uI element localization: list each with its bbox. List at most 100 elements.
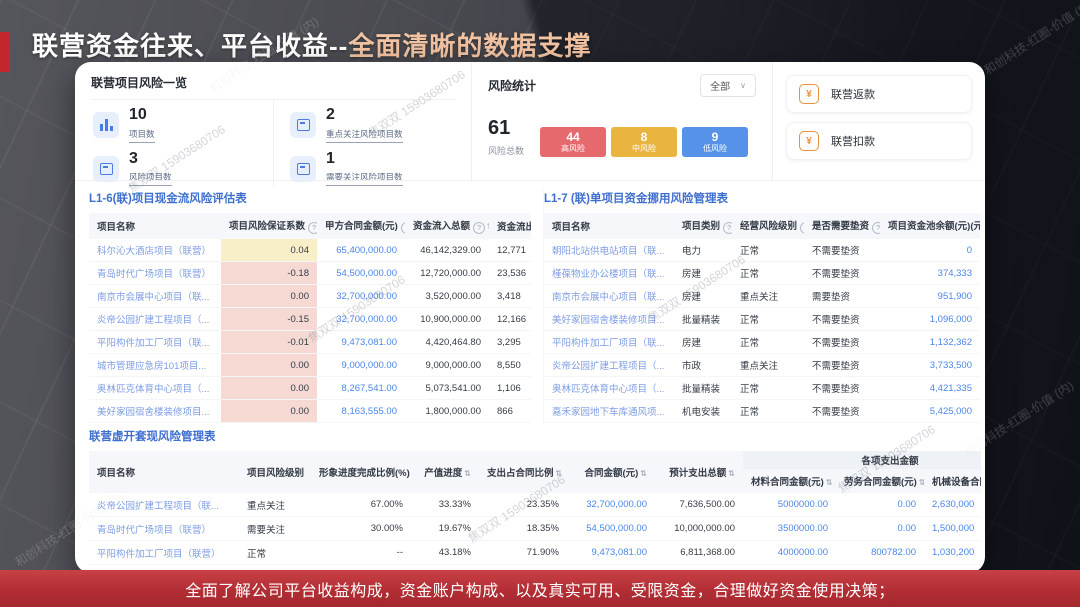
action-button[interactable]: 联营返款 xyxy=(786,75,972,113)
project-name-link[interactable]: 奥林匹克体育中心项目（... xyxy=(89,377,221,400)
project-name-link[interactable]: 炎帝公园扩建工程项目（联... xyxy=(89,493,239,517)
contract-amount-cell[interactable]: 32,700,000.00 xyxy=(317,308,405,331)
stat-item: 10 项目数 xyxy=(91,100,273,144)
material-amount-cell[interactable]: 4000000.00 xyxy=(743,541,836,565)
project-name-link[interactable]: 南京市会展中心项目（联... xyxy=(89,285,221,308)
fund-pool-balance-cell[interactable]: 374,333 xyxy=(880,262,980,285)
action-button[interactable]: 联营扣款 xyxy=(786,122,972,160)
operation-risk-level-cell: 正常 xyxy=(732,377,804,400)
col-header-output-progress[interactable]: 产值进度 xyxy=(411,451,479,493)
advance-required-cell: 不需要垫资 xyxy=(804,239,880,262)
cashflow-table-row: 青岛时代广场项目（联营） -0.18 54,500,000.00 12,720,… xyxy=(89,262,531,285)
fund-pool-balance-cell[interactable]: 4,421,335 xyxy=(880,377,980,400)
expense-ratio-cell: 18.35% xyxy=(479,517,567,541)
project-name-link[interactable]: 炎帝公园扩建工程项目（... xyxy=(544,354,674,377)
inflow-total-cell: 12,720,000.00 xyxy=(405,262,489,285)
project-name-link[interactable]: 嘉禾家园地下车库通风项... xyxy=(544,400,674,423)
stat-text: 10 项目数 xyxy=(129,107,155,143)
contract-amount-cell[interactable]: 32,700,000.00 xyxy=(567,493,655,517)
contract-amount-cell[interactable]: 65,400,000.00 xyxy=(317,239,405,262)
stat-label: 重点关注风险项目数 xyxy=(326,129,403,143)
machinery-amount-cell: 1,500,000 xyxy=(924,517,981,541)
cashout-table-block: 联营虚开套现风险管理表 项目名称 项目风险级别 形象进度完成比例(%) 产值进度… xyxy=(89,428,981,565)
advance-required-cell: 不需要垫资 xyxy=(804,377,880,400)
risk-badge: 44 高风险 xyxy=(540,127,606,157)
cashflow-table-row: 美好家园宿舍楼装修项目... 0.00 8,163,555.00 1,800,0… xyxy=(89,400,531,423)
contract-amount-cell[interactable]: 9,473,081.00 xyxy=(567,541,655,565)
stat-icon xyxy=(93,112,119,138)
project-name-link[interactable]: 平阳构件加工厂项目（联... xyxy=(89,331,221,354)
sort-icon[interactable] xyxy=(462,468,471,479)
col-header-outflow-total: 资金流出总额 xyxy=(489,213,531,239)
outflow-total-cell: 3,295 xyxy=(489,331,531,354)
contract-amount-cell[interactable]: 8,163,555.00 xyxy=(317,400,405,423)
risk-overview-stats: 10 项目数 2 重点关注风险项目数 3 风险项目数 xyxy=(91,100,455,187)
project-name-link[interactable]: 美好家园宿舍楼装修项目... xyxy=(89,400,221,423)
cashflow-table: 项目名称 项目风险保证系数 甲方合同金额(元) 资金流入总额 资金流出总额 科尔… xyxy=(89,213,531,423)
project-category-cell: 批量精装 xyxy=(674,308,732,331)
risk-badge-value: 44 xyxy=(566,130,579,144)
col-header-risk-coefficient[interactable]: 项目风险保证系数 xyxy=(221,213,317,239)
project-category-cell: 房建 xyxy=(674,262,732,285)
fund-pool-balance-cell[interactable]: 0 xyxy=(880,239,980,262)
labor-amount-cell[interactable]: 0.00 xyxy=(836,517,924,541)
filter-dropdown-value: 全部 xyxy=(710,78,730,93)
contract-amount-cell[interactable]: 54,500,000.00 xyxy=(567,517,655,541)
project-name-link[interactable]: 平阳构件加工厂项目（联营） xyxy=(89,541,239,565)
contract-amount-cell[interactable]: 9,000,000.00 xyxy=(317,354,405,377)
risk-badge: 8 中风险 xyxy=(611,127,677,157)
stat-value: 2 xyxy=(326,107,403,124)
fund-pool-balance-cell[interactable]: 3,733,500 xyxy=(880,354,980,377)
project-name-link[interactable]: 青岛时代广场项目（联营） xyxy=(89,517,239,541)
project-name-link[interactable]: 炎帝公园扩建工程项目（... xyxy=(89,308,221,331)
risk-coefficient-cell: 0.04 xyxy=(221,239,317,262)
project-name-link[interactable]: 城市管理应急房101项目... xyxy=(89,354,221,377)
contract-amount-cell[interactable]: 9,473,081.00 xyxy=(317,331,405,354)
labor-amount-cell[interactable]: 0.00 xyxy=(836,493,924,517)
misuse-header-row: 项目名称 项目类别 经营风险级别 是否需要垫资 项目资金池余额(元)(元) xyxy=(544,213,980,239)
quick-actions-panel: 联营返款 联营扣款 xyxy=(772,62,985,180)
filter-dropdown[interactable]: 全部 xyxy=(700,74,756,97)
help-icon xyxy=(308,222,317,234)
col-header-contract-amount[interactable]: 甲方合同金额(元) xyxy=(317,213,405,239)
contract-amount-cell[interactable]: 8,267,541.00 xyxy=(317,377,405,400)
cashout-table-row: 青岛时代广场项目（联营） 需要关注 30.00% 19.67% 18.35% 5… xyxy=(89,517,981,541)
fund-pool-balance-cell[interactable]: 1,096,000 xyxy=(880,308,980,331)
fund-pool-balance-cell[interactable]: 1,132,362 xyxy=(880,331,980,354)
col-header-estimated-expense-total[interactable]: 预计支出总额 xyxy=(655,451,743,493)
material-amount-cell[interactable]: 3500000.00 xyxy=(743,517,836,541)
risk-overview-panel: 联营项目风险一览 10 项目数 2 重点关注风险项目数 xyxy=(75,62,471,180)
project-name-link[interactable]: 奥林匹克体育中心项目（... xyxy=(544,377,674,400)
contract-amount-cell[interactable]: 32,700,000.00 xyxy=(317,285,405,308)
page-title-highlight: 全面清晰的数据支撑 xyxy=(348,31,591,61)
project-name-link[interactable]: 青岛时代广场项目（联营） xyxy=(89,262,221,285)
inflow-total-cell: 46,142,329.00 xyxy=(405,239,489,262)
col-header-material-contract-amount[interactable]: 材料合同金额(元) xyxy=(743,469,836,493)
sort-icon[interactable] xyxy=(485,221,489,232)
sort-icon[interactable] xyxy=(726,468,735,479)
labor-amount-cell[interactable]: 800782.00 xyxy=(836,541,924,565)
col-header-labor-contract-amount[interactable]: 劳务合同金额(元) xyxy=(836,469,924,493)
fund-pool-balance-cell[interactable]: 5,425,000 xyxy=(880,400,980,423)
col-header-project-name: 项目名称 xyxy=(89,213,221,239)
cashflow-table-block: L1-6(联)项目现金流风险评估表 项目名称 项目风险保证系数 甲方合同金额(元… xyxy=(89,190,531,423)
sort-icon[interactable] xyxy=(824,477,833,488)
col-header-inflow-total[interactable]: 资金流入总额 xyxy=(405,213,489,239)
stat-icon xyxy=(290,112,316,138)
sort-icon[interactable] xyxy=(554,468,563,479)
sort-icon[interactable] xyxy=(638,468,647,479)
fund-pool-balance-cell[interactable]: 951,900 xyxy=(880,285,980,308)
col-header-contract-amount[interactable]: 合同金额(元) xyxy=(567,451,655,493)
project-name-link[interactable]: 南京市会展中心项目（联... xyxy=(544,285,674,308)
col-header-expense-contract-ratio[interactable]: 支出占合同比例 xyxy=(479,451,567,493)
sort-icon[interactable] xyxy=(917,477,924,488)
project-name-link[interactable]: 槿葆物业办公楼项目（联... xyxy=(544,262,674,285)
risk-coefficient-cell: -0.15 xyxy=(221,308,317,331)
project-name-link[interactable]: 朝阳北站供电站项目（联... xyxy=(544,239,674,262)
project-name-link[interactable]: 平阳构件加工厂项目（联... xyxy=(544,331,674,354)
project-category-cell: 机电安装 xyxy=(674,400,732,423)
material-amount-cell[interactable]: 5000000.00 xyxy=(743,493,836,517)
contract-amount-cell[interactable]: 54,500,000.00 xyxy=(317,262,405,285)
project-name-link[interactable]: 美好家园宿舍楼装修项目... xyxy=(544,308,674,331)
project-name-link[interactable]: 科尔沁大酒店项目（联营） xyxy=(89,239,221,262)
